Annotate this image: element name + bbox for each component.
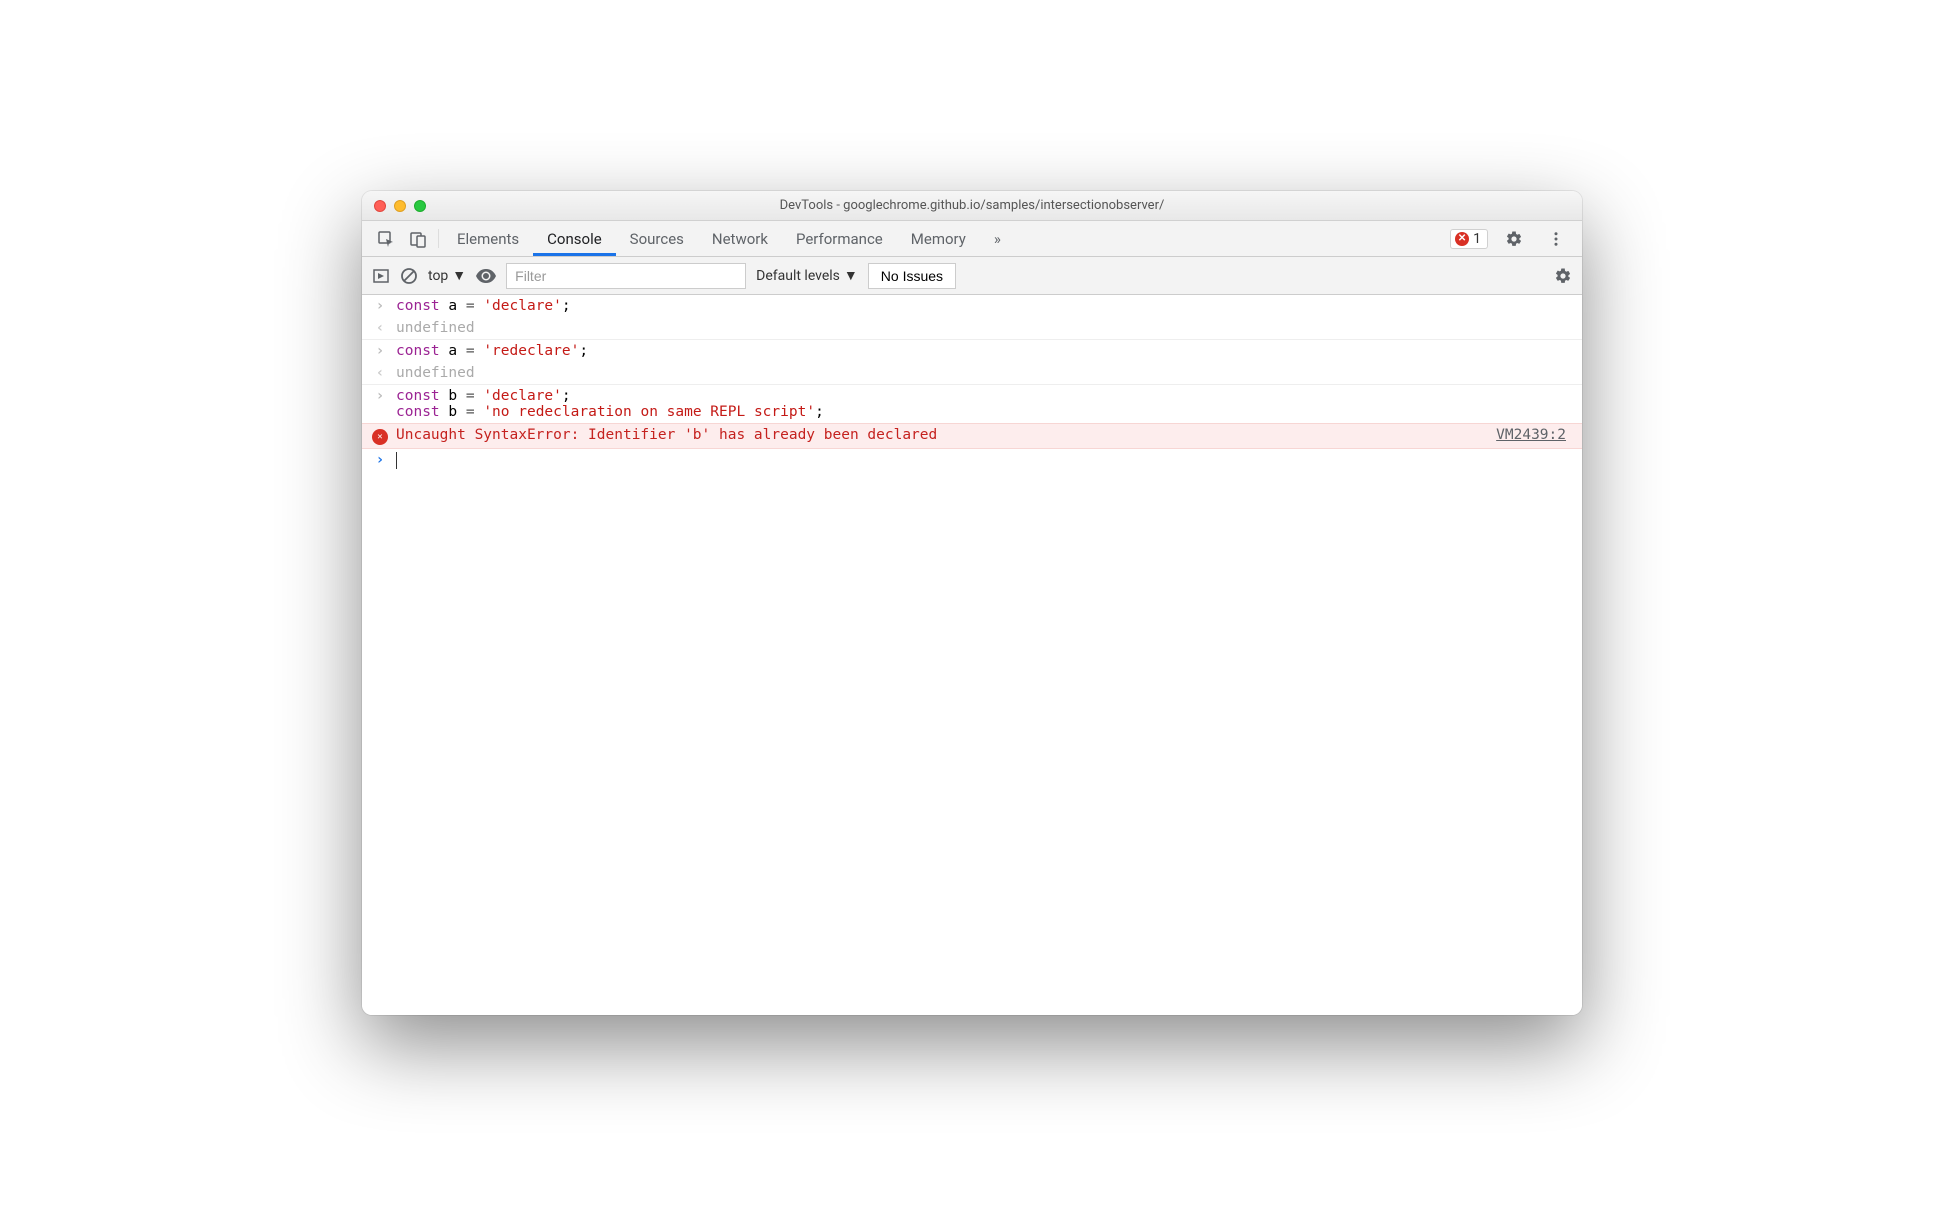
panel-tabstrip: Elements Console Sources Network Perform…	[362, 221, 1582, 257]
code-block: const b = 'declare'; const b = 'no redec…	[396, 388, 1572, 420]
devtools-window: DevTools - googlechrome.github.io/sample…	[362, 191, 1582, 1015]
device-toolbar-icon[interactable]	[402, 221, 434, 256]
console-input-row: › const b = 'declare'; const b = 'no red…	[362, 385, 1582, 423]
log-levels-select[interactable]: Default levels ▼	[756, 267, 858, 284]
console-output: › const a = 'declare'; ‹ undefined › con…	[362, 295, 1582, 1015]
clear-console-icon[interactable]	[400, 267, 418, 285]
error-count: 1	[1473, 231, 1481, 247]
sidebar-toggle-icon[interactable]	[372, 267, 390, 285]
tab-sources[interactable]: Sources	[616, 221, 698, 256]
tab-console[interactable]: Console	[533, 221, 616, 256]
traffic-lights	[374, 200, 426, 212]
output-value: undefined	[396, 365, 1572, 381]
live-expression-icon[interactable]	[476, 269, 496, 283]
chevron-down-icon: ▼	[452, 267, 466, 284]
settings-gear-icon[interactable]	[1498, 230, 1530, 248]
close-window-button[interactable]	[374, 200, 386, 212]
console-input-row: › const a = 'declare';	[362, 295, 1582, 317]
input-chevron-icon: ›	[372, 388, 388, 404]
execution-context-select[interactable]: top ▼	[428, 267, 466, 284]
error-source-link[interactable]: VM2439:2	[1496, 427, 1572, 443]
error-icon: ✕	[372, 429, 388, 445]
console-input-row: › const a = 'redeclare';	[362, 340, 1582, 362]
code-line: const a = 'declare';	[396, 298, 1572, 314]
code-line: const a = 'redeclare';	[396, 343, 1572, 359]
more-menu-icon[interactable]	[1540, 230, 1572, 248]
console-output-row: ‹ undefined	[362, 362, 1582, 385]
prompt-chevron-icon: ›	[372, 452, 388, 468]
titlebar: DevTools - googlechrome.github.io/sample…	[362, 191, 1582, 221]
context-label: top	[428, 268, 448, 284]
tab-performance[interactable]: Performance	[782, 221, 897, 256]
output-chevron-icon: ‹	[372, 320, 388, 336]
console-toolbar: top ▼ Default levels ▼ No Issues	[362, 257, 1582, 295]
tab-elements[interactable]: Elements	[443, 221, 533, 256]
tab-network[interactable]: Network	[698, 221, 782, 256]
console-settings-gear-icon[interactable]	[1554, 267, 1572, 285]
console-error-row: ✕ Uncaught SyntaxError: Identifier 'b' h…	[362, 423, 1582, 449]
output-chevron-icon: ‹	[372, 365, 388, 381]
tab-overflow[interactable]: »	[980, 221, 1015, 256]
error-icon: ✕	[1455, 232, 1469, 246]
error-message: Uncaught SyntaxError: Identifier 'b' has…	[396, 427, 1488, 443]
filter-input[interactable]	[506, 263, 746, 289]
error-count-badge[interactable]: ✕ 1	[1450, 229, 1488, 249]
levels-label: Default levels	[756, 268, 840, 284]
console-output-row: ‹ undefined	[362, 317, 1582, 340]
minimize-window-button[interactable]	[394, 200, 406, 212]
input-chevron-icon: ›	[372, 343, 388, 359]
chevron-down-icon: ▼	[844, 267, 858, 284]
tab-memory[interactable]: Memory	[897, 221, 980, 256]
output-value: undefined	[396, 320, 1572, 336]
issues-button[interactable]: No Issues	[868, 263, 956, 289]
maximize-window-button[interactable]	[414, 200, 426, 212]
divider	[438, 229, 439, 248]
inspect-element-icon[interactable]	[370, 221, 402, 256]
prompt-input[interactable]	[396, 452, 1572, 469]
panel-tabs: Elements Console Sources Network Perform…	[443, 221, 1015, 256]
console-prompt-row[interactable]: ›	[362, 449, 1582, 472]
input-chevron-icon: ›	[372, 298, 388, 314]
tabstrip-right: ✕ 1	[1450, 221, 1582, 256]
window-title: DevTools - googlechrome.github.io/sample…	[362, 198, 1582, 213]
